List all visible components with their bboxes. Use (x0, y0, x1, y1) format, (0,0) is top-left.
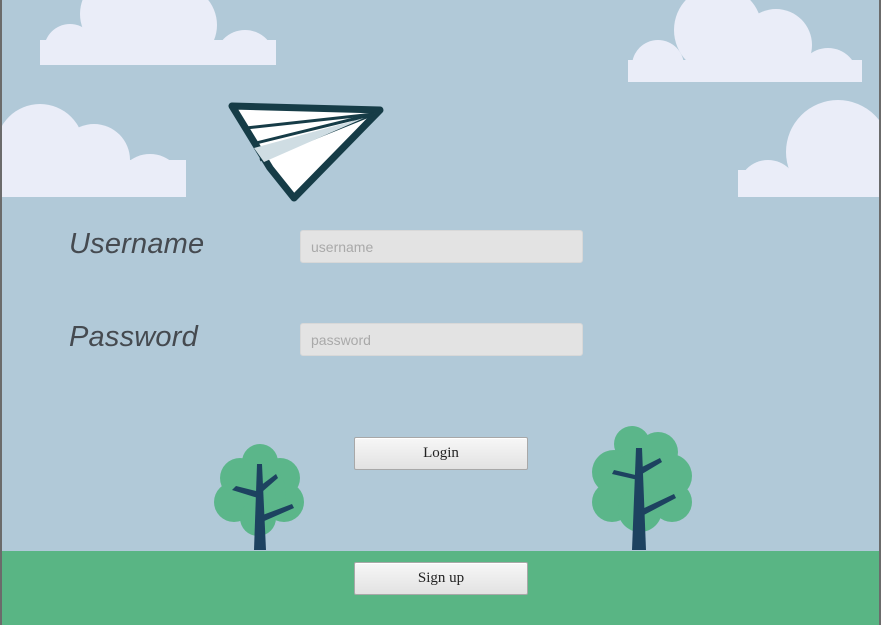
username-label: Username (69, 228, 205, 260)
cloud-top-left (40, 0, 276, 66)
login-button[interactable]: Login (354, 437, 528, 470)
signup-button[interactable]: Sign up (354, 562, 528, 595)
cloud-top-right (628, 0, 862, 84)
tree-left (210, 442, 306, 557)
username-input[interactable] (300, 230, 583, 263)
paper-plane-icon (224, 98, 390, 213)
tree-right (586, 424, 696, 557)
cloud-middle-left (2, 100, 186, 198)
login-window: Username Password (0, 0, 881, 625)
sky-background (2, 0, 879, 625)
password-input[interactable] (300, 323, 583, 356)
password-label: Password (69, 321, 198, 353)
cloud-middle-right (738, 100, 879, 198)
